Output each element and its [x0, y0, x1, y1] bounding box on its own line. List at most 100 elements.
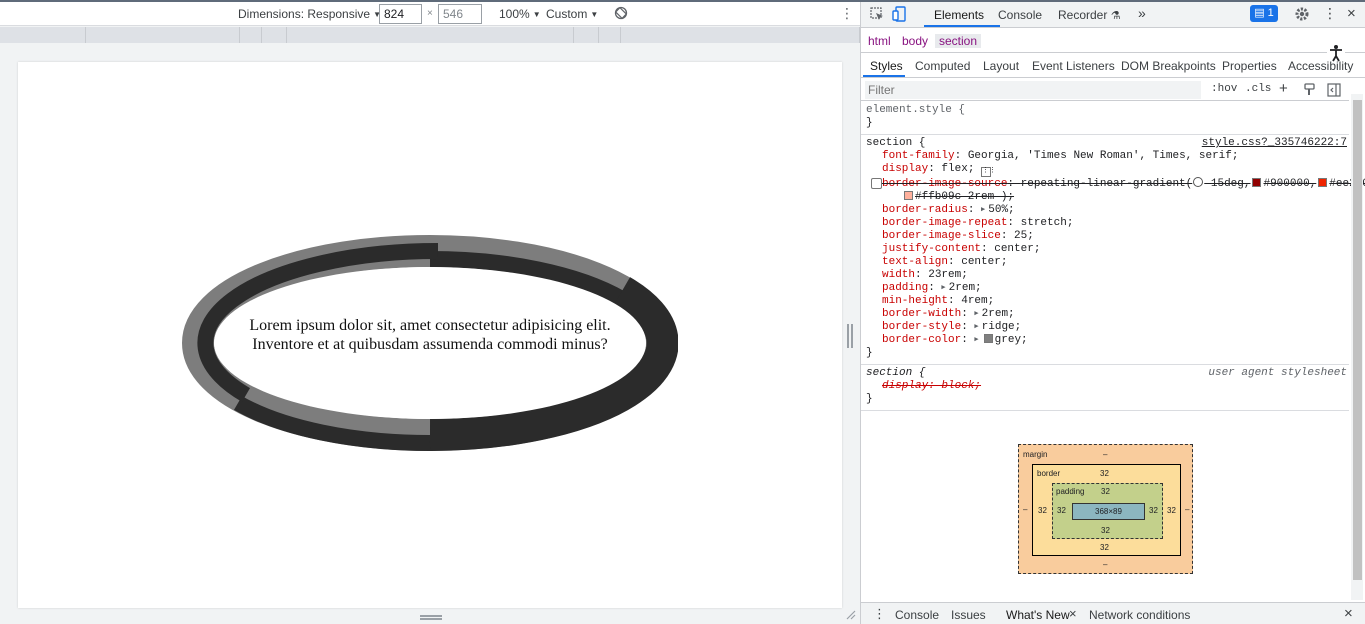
padding-top-value[interactable]: 32 — [1101, 487, 1110, 496]
media-query-bar[interactable] — [0, 27, 860, 43]
hover-state-toggle[interactable]: :hov — [1211, 83, 1237, 95]
angle-clock-icon[interactable] — [1193, 177, 1204, 187]
gear-icon[interactable] — [1294, 6, 1310, 22]
expand-triangle-icon[interactable]: ▶ — [974, 310, 978, 318]
media-segment[interactable] — [86, 27, 240, 43]
inspect-element-icon[interactable] — [869, 6, 885, 22]
css-declaration[interactable]: font-family: Georgia, 'Times New Roman',… — [866, 150, 1349, 163]
css-declaration[interactable]: text-align: center; — [866, 256, 1349, 269]
media-segment[interactable] — [287, 27, 574, 43]
issues-badge[interactable]: ▤ 1 — [1250, 5, 1278, 22]
padding-bottom-value[interactable]: 32 — [1101, 526, 1110, 535]
tab-console[interactable]: Console — [998, 8, 1042, 22]
border-right-value[interactable]: 32 — [1167, 506, 1176, 515]
color-swatch-grey[interactable] — [983, 334, 993, 343]
css-declaration[interactable]: border-width: ▶ 2rem; — [866, 308, 1349, 321]
subtab-styles[interactable]: Styles — [870, 59, 903, 73]
paint-brush-icon[interactable] — [1303, 83, 1317, 97]
device-toolbar-icon[interactable] — [892, 6, 908, 22]
border-bottom-value[interactable]: 32 — [1100, 543, 1109, 552]
height-input[interactable] — [438, 4, 482, 24]
css-declaration-disabled[interactable]: border-image-source: repeating-linear-gr… — [866, 177, 1365, 191]
css-declaration[interactable]: justify-content: center; — [866, 243, 1349, 256]
styles-filter-input[interactable] — [865, 81, 1201, 99]
css-declaration[interactable]: border-color: ▶ grey; — [866, 334, 1349, 347]
box-model-content[interactable]: 368×89 — [1072, 503, 1145, 520]
subtab-dom-breakpoints[interactable]: DOM Breakpoints — [1121, 59, 1216, 73]
media-segment[interactable] — [621, 27, 860, 43]
rule-selector[interactable]: element.style { — [866, 104, 1349, 117]
scrollbar-thumb[interactable] — [1353, 100, 1362, 580]
expand-triangle-icon[interactable]: ▶ — [974, 323, 978, 331]
css-declaration[interactable]: border-radius: ▶ 50%; — [866, 204, 1349, 217]
css-declaration[interactable]: min-height: 4rem; — [866, 295, 1349, 308]
resize-handle-right[interactable] — [847, 324, 853, 348]
rule-selector[interactable]: section { — [866, 367, 1349, 380]
drawer-tab-network-conditions[interactable]: Network conditions — [1089, 608, 1190, 622]
new-rule-icon[interactable]: + — [1279, 80, 1288, 97]
drawer-tab-whats-new[interactable]: What's New — [1006, 608, 1070, 622]
width-input[interactable] — [379, 4, 422, 24]
padding-right-value[interactable]: 32 — [1149, 506, 1158, 515]
close-devtools-icon[interactable]: × — [1347, 5, 1356, 22]
box-model-border[interactable]: border 32 32 32 32 padding 32 32 32 32 3… — [1032, 464, 1181, 556]
resize-corner-icon[interactable] — [846, 610, 856, 620]
color-swatch-900000[interactable] — [1252, 178, 1262, 187]
media-segment[interactable] — [240, 27, 262, 43]
css-declaration[interactable]: padding: ▶ 2rem; — [866, 282, 1349, 295]
drawer-tab-console[interactable]: Console — [895, 608, 939, 622]
drawer-tab-issues[interactable]: Issues — [951, 608, 986, 622]
declaration-checkbox[interactable] — [871, 178, 882, 189]
breadcrumb-html[interactable]: html — [868, 34, 891, 48]
media-segment[interactable] — [574, 27, 599, 43]
rule-selector[interactable]: section { — [866, 137, 1349, 150]
margin-bottom-value[interactable]: – — [1103, 560, 1107, 569]
subtab-event-listeners[interactable]: Event Listeners — [1032, 59, 1115, 73]
class-toggle[interactable]: .cls — [1245, 83, 1271, 95]
toggle-sidebar-icon[interactable] — [1327, 83, 1341, 97]
more-tabs-icon[interactable]: » — [1138, 5, 1146, 21]
media-segment[interactable] — [262, 27, 287, 43]
border-left-value[interactable]: 32 — [1038, 506, 1047, 515]
border-top-value[interactable]: 32 — [1100, 469, 1109, 478]
margin-left-value[interactable]: – — [1023, 505, 1027, 514]
box-model-margin[interactable]: margin – – – – border 32 32 32 32 paddin… — [1018, 444, 1193, 574]
css-declaration[interactable]: width: 23rem; — [866, 269, 1349, 282]
throttle-dropdown[interactable]: Custom ▼ — [546, 7, 598, 21]
styles-scrollbar[interactable] — [1351, 94, 1363, 600]
css-declaration[interactable]: border-image-repeat: stretch; — [866, 217, 1349, 230]
drawer-menu-icon[interactable]: ⋮ — [873, 606, 886, 622]
color-swatch-ffb09c[interactable] — [904, 191, 913, 200]
zoom-dropdown[interactable]: 100% ▼ — [499, 7, 541, 21]
close-tab-icon[interactable]: × — [1069, 606, 1077, 621]
dimensions-dropdown[interactable]: Dimensions: Responsive ▼ — [238, 7, 381, 21]
css-declaration[interactable]: border-image-slice: 25; — [866, 230, 1349, 243]
subtab-layout[interactable]: Layout — [983, 59, 1019, 73]
expand-triangle-icon[interactable]: ▶ — [974, 336, 978, 344]
padding-left-value[interactable]: 32 — [1057, 506, 1066, 515]
tab-elements[interactable]: Elements — [934, 8, 984, 22]
expand-triangle-icon[interactable]: ▶ — [981, 206, 985, 214]
margin-top-value[interactable]: – — [1103, 450, 1107, 459]
css-declaration[interactable]: border-style: ▶ ridge; — [866, 321, 1349, 334]
breadcrumb-body[interactable]: body — [902, 34, 928, 48]
css-declaration-overridden[interactable]: display: block; — [866, 380, 1349, 393]
box-model-padding[interactable]: padding 32 32 32 32 368×89 — [1052, 483, 1163, 539]
close-drawer-icon[interactable]: × — [1344, 605, 1353, 622]
media-segment[interactable] — [0, 27, 86, 43]
color-swatch-ee2400[interactable] — [1318, 178, 1328, 187]
flexbox-editor-icon[interactable]: ⋮⋮ — [981, 167, 996, 177]
devtools-menu-icon[interactable]: ⋮ — [1323, 5, 1337, 22]
media-segment[interactable] — [599, 27, 621, 43]
breadcrumb-section[interactable]: section — [935, 34, 982, 48]
rotate-icon[interactable] — [614, 6, 628, 20]
subtab-computed[interactable]: Computed — [915, 59, 970, 73]
tab-recorder[interactable]: Recorder ⚗ — [1058, 8, 1121, 22]
subtab-properties[interactable]: Properties — [1222, 59, 1277, 73]
expand-triangle-icon[interactable]: ▶ — [941, 284, 945, 292]
margin-right-value[interactable]: – — [1185, 505, 1189, 514]
css-declaration[interactable]: display: flex; ⋮⋮ — [866, 163, 1349, 177]
resize-handle-bottom[interactable] — [420, 615, 442, 620]
subtab-accessibility[interactable]: Accessibility — [1288, 59, 1365, 73]
more-options-icon[interactable]: ⋮ — [840, 5, 854, 22]
